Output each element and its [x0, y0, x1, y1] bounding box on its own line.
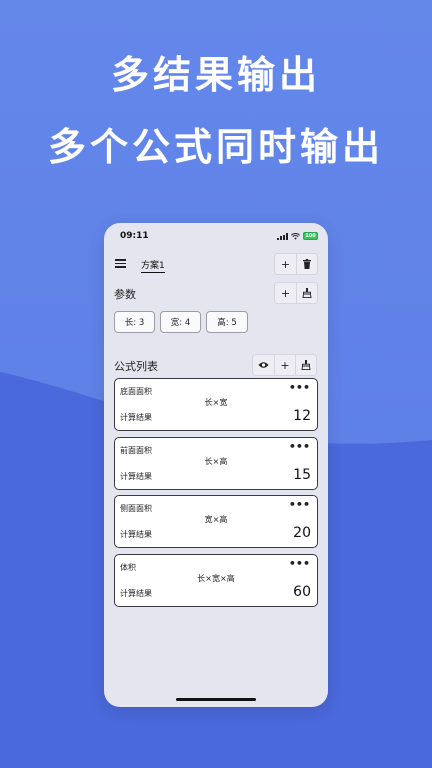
formula-actions: + [252, 354, 317, 376]
result-label: 计算结果 [120, 589, 152, 598]
formula-expression: 长×宽 [204, 398, 228, 407]
param-chip-height[interactable]: 高: 5 [206, 311, 248, 333]
battery-icon: 100 [303, 232, 318, 240]
trash-icon [303, 259, 311, 269]
status-icons: 100 [277, 232, 318, 240]
eye-icon [258, 362, 269, 368]
result-label: 计算结果 [120, 472, 152, 481]
more-icon[interactable]: ••• [289, 381, 310, 394]
formula-card[interactable]: 侧面面积 ••• 宽×高 计算结果 20 [114, 495, 318, 548]
add-param-button[interactable]: + [275, 283, 296, 303]
result-label: 计算结果 [120, 413, 152, 422]
menu-icon[interactable] [115, 259, 126, 268]
param-chip-length[interactable]: 长: 3 [114, 311, 155, 333]
phone-screen: 09:11 100 方案1 + 参数 + 长: 3 宽: 4 高: 5 公式列表… [104, 223, 328, 707]
formula-name: 体积 [120, 563, 136, 572]
result-label: 计算结果 [120, 530, 152, 539]
result-value: 60 [293, 584, 311, 600]
status-time: 09:11 [120, 231, 149, 241]
home-indicator [176, 698, 256, 701]
status-bar: 09:11 100 [104, 223, 328, 249]
clear-params-button[interactable] [296, 283, 317, 303]
headline-secondary: 多个公式同时输出 [47, 125, 384, 169]
formula-card[interactable]: 体积 ••• 长×宽×高 计算结果 60 [114, 554, 318, 607]
params-actions: + [274, 282, 318, 304]
broom-icon [302, 288, 312, 298]
formula-expression: 长×高 [204, 457, 228, 466]
formula-name: 底面面积 [120, 387, 152, 396]
formula-card[interactable]: 底面面积 ••• 长×宽 计算结果 12 [114, 378, 318, 431]
more-icon[interactable]: ••• [289, 557, 310, 570]
result-value: 12 [293, 408, 311, 424]
wifi-icon [291, 232, 300, 240]
add-formula-button[interactable]: + [274, 355, 295, 375]
formula-expression: 长×宽×高 [197, 574, 235, 583]
headline-primary: 多结果输出 [110, 53, 321, 97]
clear-formulas-button[interactable] [295, 355, 316, 375]
params-title: 参数 [114, 288, 136, 301]
result-value: 20 [293, 525, 311, 541]
formula-name: 前面面积 [120, 446, 152, 455]
formula-card[interactable]: 前面面积 ••• 长×高 计算结果 15 [114, 437, 318, 490]
signal-icon [277, 232, 288, 240]
broom-icon [301, 360, 311, 370]
more-icon[interactable]: ••• [289, 498, 310, 511]
tab-scheme[interactable]: 方案1 [141, 258, 165, 273]
add-scheme-button[interactable]: + [275, 254, 296, 274]
toggle-view-button[interactable] [253, 355, 274, 375]
more-icon[interactable]: ••• [289, 440, 310, 453]
result-value: 15 [293, 467, 311, 483]
delete-scheme-button[interactable] [296, 254, 317, 274]
scheme-actions: + [274, 253, 318, 275]
formula-name: 侧面面积 [120, 504, 152, 513]
formulas-title: 公式列表 [114, 360, 158, 373]
formula-expression: 宽×高 [204, 515, 228, 524]
param-chip-width[interactable]: 宽: 4 [160, 311, 201, 333]
